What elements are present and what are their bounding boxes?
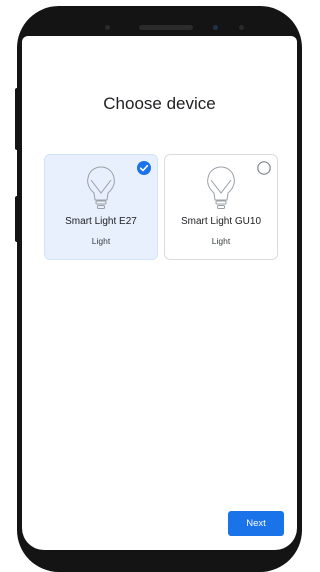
page-title: Choose device — [103, 94, 216, 113]
phone-camera — [213, 25, 218, 30]
phone-sensor-right — [239, 25, 244, 30]
device-type: Light — [91, 236, 111, 246]
light-bulb-icon — [87, 166, 115, 209]
device-card-smart-light-e27[interactable]: Smart Light E27 Light — [44, 154, 158, 260]
phone-sensor-left — [105, 25, 110, 30]
device-card-smart-light-gu10[interactable]: Smart Light GU10 Light — [164, 154, 278, 260]
checkmark-selected-icon — [137, 161, 151, 175]
radio-unselected-icon — [257, 161, 271, 175]
device-name: Smart Light GU10 — [180, 216, 262, 227]
device-name: Smart Light E27 — [65, 216, 137, 227]
app-screen: Choose device Smart Light E27 Light Smar… — [22, 36, 297, 550]
phone-frame: Choose device Smart Light E27 Light Smar… — [17, 6, 302, 572]
phone-speaker — [139, 25, 193, 30]
device-type: Light — [211, 236, 231, 246]
next-button[interactable]: Next — [228, 511, 284, 536]
light-bulb-icon — [207, 166, 235, 209]
